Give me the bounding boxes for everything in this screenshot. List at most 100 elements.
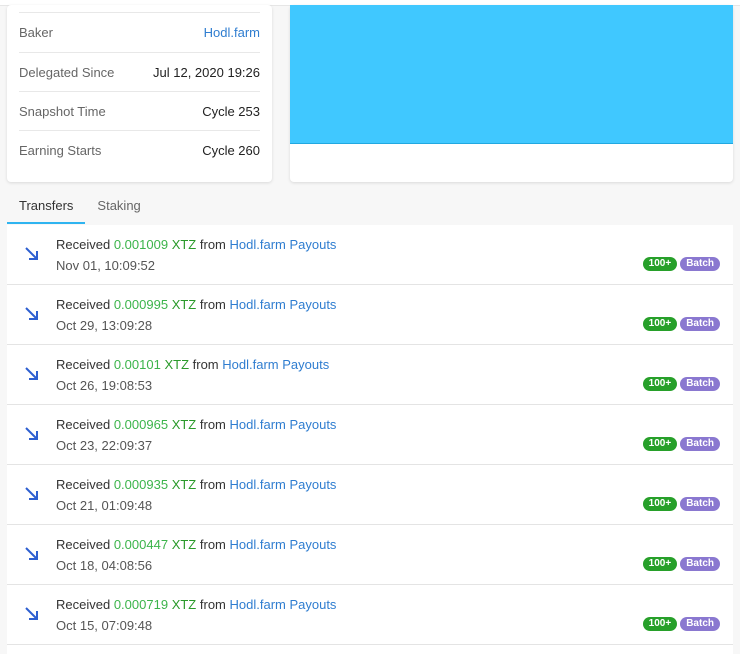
incoming-arrow-icon: [25, 247, 38, 260]
transfer-amount: 0.00101: [113, 357, 161, 372]
transfer-from: from: [199, 237, 226, 252]
badges: 100+ Batch: [642, 377, 720, 391]
transfer-row[interactable]: Received 0.000719 XTZ from Hodl.farm Pay…: [7, 585, 733, 645]
sender-link[interactable]: Hodl.farm Payouts: [230, 237, 337, 252]
batch-badge: Batch: [680, 557, 720, 571]
transfer-row[interactable]: Received 0.000995 XTZ from Hodl.farm Pay…: [7, 285, 733, 345]
transfer-verb: Received: [56, 417, 111, 432]
batch-badge: Batch: [680, 617, 720, 631]
transfer-description: Received 0.000447 XTZ from Hodl.farm Pay…: [56, 537, 336, 552]
transfer-unit: XTZ: [164, 357, 190, 372]
baker-link[interactable]: Hodl.farm: [204, 25, 260, 40]
info-label: Baker: [19, 25, 53, 40]
info-label: Snapshot Time: [19, 104, 106, 119]
transfer-amount: 0.000447: [113, 537, 169, 552]
transfer-unit: XTZ: [171, 297, 197, 312]
info-row-earning-starts: Earning Starts Cycle 260: [19, 130, 260, 170]
transfer-verb: Received: [56, 237, 111, 252]
sender-link[interactable]: Hodl.farm Payouts: [230, 417, 337, 432]
count-badge: 100+: [642, 617, 678, 631]
incoming-arrow-icon: [25, 487, 38, 500]
transfers-list: Received 0.001009 XTZ from Hodl.farm Pay…: [7, 225, 733, 654]
incoming-arrow-icon: [25, 427, 38, 440]
transfer-from: from: [199, 417, 226, 432]
info-row-snapshot-time: Snapshot Time Cycle 253: [19, 91, 260, 131]
badges: 100+ Batch: [642, 257, 720, 271]
count-badge: 100+: [642, 497, 678, 511]
transfer-time: Oct 23, 22:09:37: [56, 438, 153, 453]
transfer-from: from: [199, 537, 226, 552]
transfer-time: Oct 15, 07:09:48: [56, 618, 153, 633]
transfer-amount: 0.000719: [113, 597, 169, 612]
info-value: Cycle 260: [202, 143, 260, 158]
info-row-baker: Baker Hodl.farm: [19, 12, 260, 52]
count-badge: 100+: [642, 377, 678, 391]
transfer-amount: 0.001009: [113, 237, 169, 252]
transfer-row[interactable]: Received 0.000935 XTZ from Hodl.farm Pay…: [7, 465, 733, 525]
transfer-row[interactable]: Received 0.000447 XTZ from Hodl.farm Pay…: [7, 525, 733, 585]
incoming-arrow-icon: [25, 547, 38, 560]
badges: 100+ Batch: [642, 497, 720, 511]
sender-link[interactable]: Hodl.farm Payouts: [230, 297, 337, 312]
count-badge: 100+: [642, 317, 678, 331]
transfer-time: Oct 18, 04:08:56: [56, 558, 153, 573]
transfer-verb: Received: [56, 297, 111, 312]
transfer-unit: XTZ: [171, 537, 197, 552]
transfer-verb: Received: [56, 357, 111, 372]
info-label: Earning Starts: [19, 143, 102, 158]
count-badge: 100+: [642, 437, 678, 451]
info-value: Cycle 253: [202, 104, 260, 119]
balance-chart-card: [290, 5, 733, 182]
tab-staking[interactable]: Staking: [85, 190, 152, 224]
batch-badge: Batch: [680, 437, 720, 451]
batch-badge: Batch: [680, 257, 720, 271]
transfer-time: Oct 26, 19:08:53: [56, 378, 153, 393]
transfer-verb: Received: [56, 537, 111, 552]
chart-area: [290, 5, 733, 144]
batch-badge: Batch: [680, 377, 720, 391]
sender-link[interactable]: Hodl.farm Payouts: [222, 357, 329, 372]
badges: 100+ Batch: [642, 557, 720, 571]
incoming-arrow-icon: [25, 367, 38, 380]
transfer-description: Received 0.000935 XTZ from Hodl.farm Pay…: [56, 477, 336, 492]
transfer-amount: 0.000995: [113, 297, 169, 312]
badges: 100+ Batch: [642, 617, 720, 631]
batch-badge: Batch: [680, 497, 720, 511]
count-badge: 100+: [642, 257, 678, 271]
transfer-unit: XTZ: [171, 417, 197, 432]
transfer-from: from: [199, 477, 226, 492]
transfer-description: Received 0.000995 XTZ from Hodl.farm Pay…: [56, 297, 336, 312]
transfer-time: Nov 01, 10:09:52: [56, 258, 156, 273]
transfer-time: Oct 29, 13:09:28: [56, 318, 153, 333]
transfer-time: Oct 21, 01:09:48: [56, 498, 153, 513]
tab-transfers[interactable]: Transfers: [7, 190, 86, 224]
transfer-verb: Received: [56, 477, 111, 492]
sender-link[interactable]: Hodl.farm Payouts: [230, 597, 337, 612]
transfer-amount: 0.000935: [113, 477, 169, 492]
transfer-from: from: [192, 357, 219, 372]
transfer-row[interactable]: Received 0.00101 XTZ from Hodl.farm Payo…: [7, 345, 733, 405]
incoming-arrow-icon: [25, 607, 38, 620]
delegation-info-card: Baker Hodl.farm Delegated Since Jul 12, …: [7, 5, 272, 182]
transfer-description: Received 0.000965 XTZ from Hodl.farm Pay…: [56, 417, 336, 432]
transfer-description: Received 0.001009 XTZ from Hodl.farm Pay…: [56, 237, 336, 252]
badges: 100+ Batch: [642, 317, 720, 331]
transfer-row[interactable]: Received 0.001009 XTZ from Hodl.farm Pay…: [7, 225, 733, 285]
badges: 100+ Batch: [642, 437, 720, 451]
tabs: Transfers Staking: [7, 190, 153, 224]
transfer-unit: XTZ: [171, 477, 197, 492]
transfer-description: Received 0.000719 XTZ from Hodl.farm Pay…: [56, 597, 336, 612]
count-badge: 100+: [642, 557, 678, 571]
info-label: Delegated Since: [19, 65, 115, 80]
info-value: Jul 12, 2020 19:26: [153, 65, 260, 80]
incoming-arrow-icon: [25, 307, 38, 320]
sender-link[interactable]: Hodl.farm Payouts: [230, 537, 337, 552]
transfer-unit: XTZ: [171, 237, 197, 252]
info-row-delegated-since: Delegated Since Jul 12, 2020 19:26: [19, 52, 260, 92]
batch-badge: Batch: [680, 317, 720, 331]
transfer-verb: Received: [56, 597, 111, 612]
transfer-description: Received 0.00101 XTZ from Hodl.farm Payo…: [56, 357, 329, 372]
transfer-row[interactable]: Received 0.000965 XTZ from Hodl.farm Pay…: [7, 405, 733, 465]
sender-link[interactable]: Hodl.farm Payouts: [230, 477, 337, 492]
transfer-from: from: [199, 597, 226, 612]
